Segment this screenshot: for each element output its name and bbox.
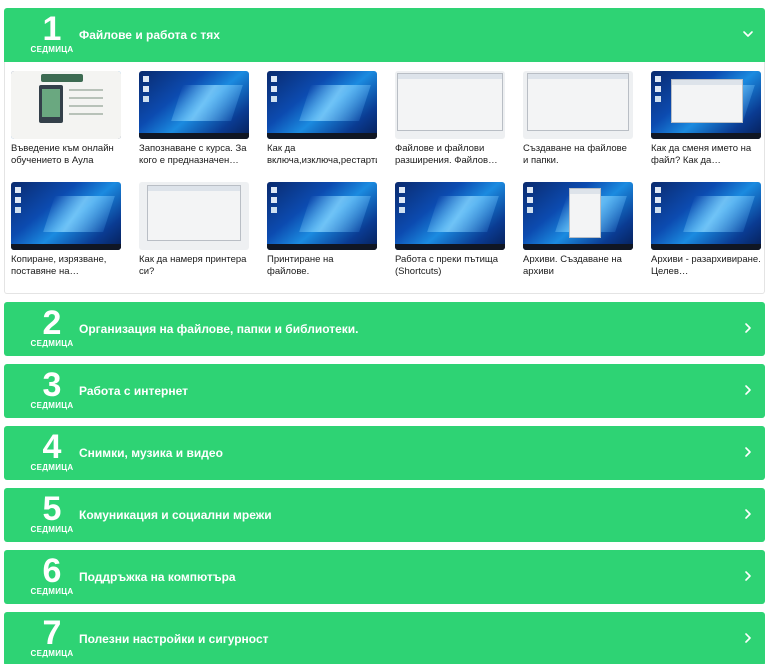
week-number: 6 <box>42 552 62 590</box>
week-title: Организация на файлове, папки и библиоте… <box>79 322 359 336</box>
lesson-title[interactable]: Как да сменя името на файл? Как да преме… <box>651 143 761 167</box>
lesson-card[interactable]: Принтиране на файлове. <box>267 182 377 293</box>
week-7-header[interactable]: 7 СЕДМИЦА Полезни настройки и сигурност <box>4 612 765 664</box>
lesson-thumbnail[interactable] <box>523 71 633 139</box>
lesson-card[interactable]: Файлове и файлови разширения. Файлов… <box>395 71 505 182</box>
lesson-card[interactable]: Как да сменя името на файл? Как да преме… <box>651 71 761 182</box>
week-number: 3 <box>42 366 62 404</box>
lesson-title[interactable]: Архиви. Създаване на архиви <box>523 254 633 278</box>
lesson-title[interactable]: Работа с преки пътища (Shortcuts) <box>395 254 505 278</box>
lesson-thumbnail[interactable] <box>395 71 505 139</box>
chevron-right-icon[interactable] <box>741 383 755 397</box>
lesson-thumbnail[interactable] <box>267 71 377 139</box>
week-label: СЕДМИЦА <box>30 339 74 348</box>
lesson-card[interactable]: Как да включа,изключа,рестартир… <box>267 71 377 182</box>
week-title: Файлове и работа с тях <box>79 28 220 42</box>
week-number: 7 <box>42 614 62 652</box>
lesson-thumbnail[interactable] <box>139 182 249 250</box>
week-1-section: 1 СЕДМИЦА Файлове и работа с тях Въведен… <box>4 8 765 294</box>
lesson-title[interactable]: Копиране, изрязване, поставяне на файлов… <box>11 254 121 278</box>
lesson-title[interactable]: Как да намеря принтера си? <box>139 254 249 278</box>
lesson-card[interactable]: Създаване на файлове и папки. <box>523 71 633 182</box>
week-label: СЕДМИЦА <box>30 45 74 54</box>
week-7-section: 7 СЕДМИЦА Полезни настройки и сигурност <box>4 612 765 664</box>
lesson-title[interactable]: Запознаване с курса. За кого е предназна… <box>139 143 249 167</box>
lesson-title[interactable]: Как да включа,изключа,рестартир… <box>267 143 377 167</box>
lesson-thumbnail[interactable] <box>395 182 505 250</box>
week-6-section: 6 СЕДМИЦА Поддръжка на компютъра <box>4 550 765 604</box>
lesson-card[interactable]: Въведение към онлайн обучението в Аула <box>11 71 121 182</box>
lesson-card[interactable]: Архиви. Създаване на архиви <box>523 182 633 293</box>
lesson-title[interactable]: Принтиране на файлове. <box>267 254 377 278</box>
course-weeks: 1 СЕДМИЦА Файлове и работа с тях Въведен… <box>0 0 768 664</box>
chevron-right-icon[interactable] <box>741 507 755 521</box>
chevron-right-icon[interactable] <box>741 631 755 645</box>
lesson-card[interactable]: Работа с преки пътища (Shortcuts) <box>395 182 505 293</box>
lesson-thumbnail[interactable] <box>267 182 377 250</box>
week-1-lessons: Въведение към онлайн обучението в Аула З… <box>4 62 765 294</box>
week-label: СЕДМИЦА <box>30 401 74 410</box>
lesson-thumbnail[interactable] <box>139 71 249 139</box>
week-label: СЕДМИЦА <box>30 463 74 472</box>
lesson-thumbnail[interactable] <box>651 71 761 139</box>
week-label: СЕДМИЦА <box>30 525 74 534</box>
lesson-card[interactable]: Запознаване с курса. За кого е предназна… <box>139 71 249 182</box>
week-1-header[interactable]: 1 СЕДМИЦА Файлове и работа с тях <box>4 8 765 62</box>
week-5-header[interactable]: 5 СЕДМИЦА Комуникация и социални мрежи <box>4 488 765 542</box>
lesson-title[interactable]: Файлове и файлови разширения. Файлов… <box>395 143 505 167</box>
week-number: 4 <box>42 428 62 466</box>
lesson-card[interactable]: Архиви - разархивиране. Целев… <box>651 182 761 293</box>
week-4-header[interactable]: 4 СЕДМИЦА Снимки, музика и видео <box>4 426 765 480</box>
week-label: СЕДМИЦА <box>30 649 74 658</box>
week-number: 2 <box>42 304 62 342</box>
week-2-header[interactable]: 2 СЕДМИЦА Организация на файлове, папки … <box>4 302 765 356</box>
lesson-title[interactable]: Въведение към онлайн обучението в Аула <box>11 143 121 167</box>
week-6-header[interactable]: 6 СЕДМИЦА Поддръжка на компютъра <box>4 550 765 604</box>
chevron-right-icon[interactable] <box>741 445 755 459</box>
week-5-section: 5 СЕДМИЦА Комуникация и социални мрежи <box>4 488 765 542</box>
week-2-section: 2 СЕДМИЦА Организация на файлове, папки … <box>4 302 765 356</box>
lesson-thumbnail[interactable] <box>523 182 633 250</box>
week-3-header[interactable]: 3 СЕДМИЦА Работа с интернет <box>4 364 765 418</box>
week-4-section: 4 СЕДМИЦА Снимки, музика и видео <box>4 426 765 480</box>
week-3-section: 3 СЕДМИЦА Работа с интернет <box>4 364 765 418</box>
lesson-thumbnail[interactable] <box>651 182 761 250</box>
week-title: Комуникация и социални мрежи <box>79 508 272 522</box>
chevron-right-icon[interactable] <box>741 569 755 583</box>
lesson-card[interactable]: Как да намеря принтера си? <box>139 182 249 293</box>
week-title: Работа с интернет <box>79 384 189 398</box>
lesson-card[interactable]: Копиране, изрязване, поставяне на файлов… <box>11 182 121 293</box>
week-title: Снимки, музика и видео <box>79 446 223 460</box>
lesson-thumbnail[interactable] <box>11 71 121 139</box>
week-number: 5 <box>42 490 62 528</box>
week-title: Полезни настройки и сигурност <box>79 632 269 646</box>
week-title: Поддръжка на компютъра <box>79 570 236 584</box>
chevron-right-icon[interactable] <box>741 321 755 335</box>
week-label: СЕДМИЦА <box>30 587 74 596</box>
week-number: 1 <box>42 10 62 48</box>
lesson-title[interactable]: Създаване на файлове и папки. <box>523 143 633 167</box>
lesson-title[interactable]: Архиви - разархивиране. Целев… <box>651 254 761 278</box>
chevron-down-icon[interactable] <box>741 27 755 41</box>
lesson-thumbnail[interactable] <box>11 182 121 250</box>
